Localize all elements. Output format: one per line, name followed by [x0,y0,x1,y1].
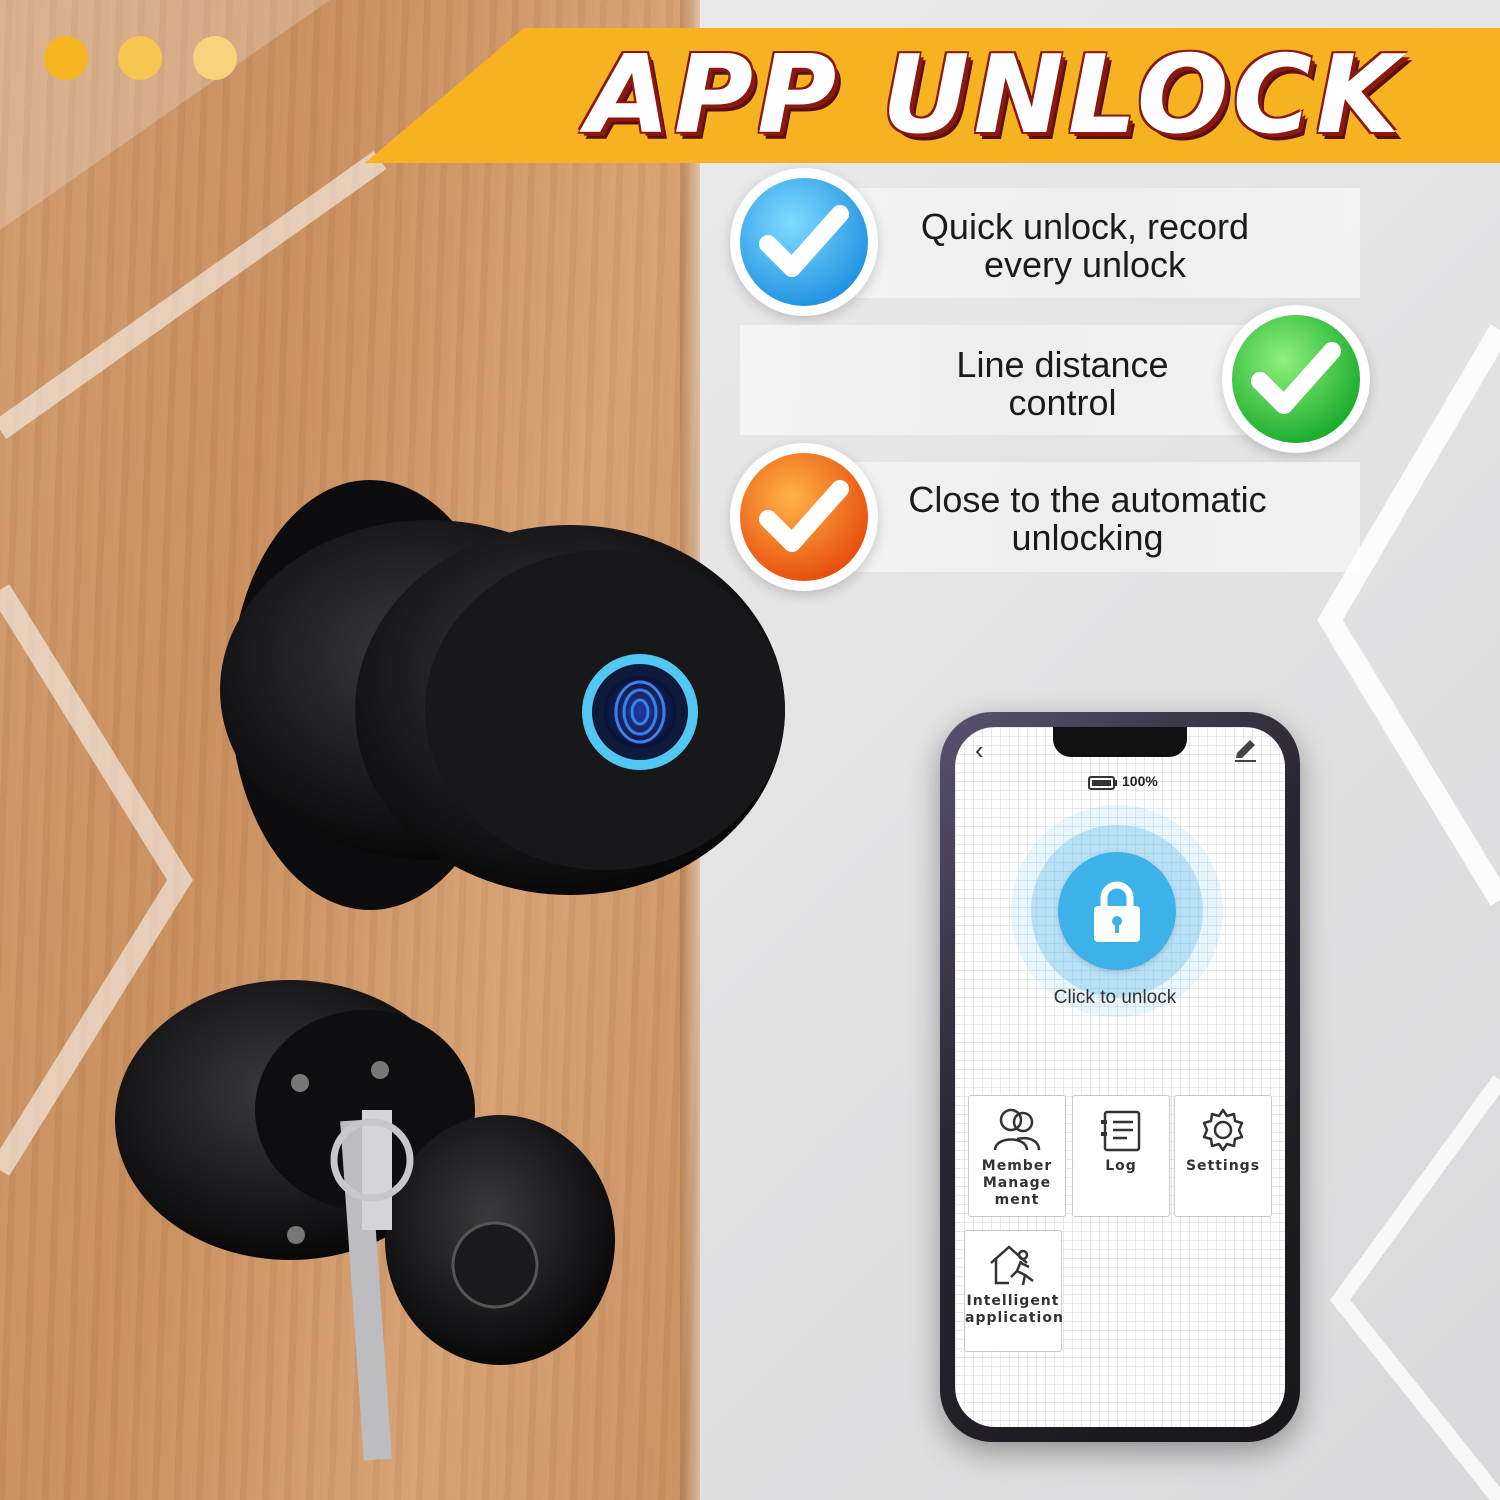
checkmark-icon [1232,315,1360,443]
feature-check-1 [730,168,878,316]
phone-notch [1053,727,1187,757]
feature-text-2: Line distance control [956,344,1169,423]
feature-text-3: Close to the automatic unlocking [908,479,1267,558]
door-knob-lock-illustration [115,480,785,1461]
unlock-label: Click to unlock [1053,987,1177,1008]
decor-dot-3 [193,36,237,80]
tile-label: Log [1105,1158,1137,1174]
edit-pencil-icon[interactable] [1231,736,1259,764]
feature-check-2 [1222,305,1370,453]
decor-dot-2 [118,36,162,80]
gear-icon [1202,1108,1244,1152]
battery-level: 100% [1122,773,1158,789]
feature-text-1: Quick unlock, record every unlock [920,206,1250,285]
tile-label: Member Management [981,1158,1053,1208]
tile-member-management[interactable]: Member Management [968,1095,1066,1217]
tile-intelligent-application[interactable]: Intelligent application [964,1230,1064,1352]
decor-dot-1 [44,36,88,80]
tile-label: Intelligent application [965,1293,1064,1326]
tile-log[interactable]: Log [1072,1095,1170,1217]
smart-home-icon [990,1245,1034,1286]
checkmark-icon [740,178,868,306]
members-icon [993,1108,1041,1151]
tile-label: Settings [1185,1158,1261,1174]
back-arrow-icon[interactable]: ‹ [975,736,999,764]
tile-settings[interactable]: Settings [1174,1095,1272,1217]
battery-icon [1088,776,1117,790]
padlock-icon [1094,881,1140,942]
log-icon [1101,1110,1141,1152]
page-title: APP UNLOCK [586,33,1404,158]
